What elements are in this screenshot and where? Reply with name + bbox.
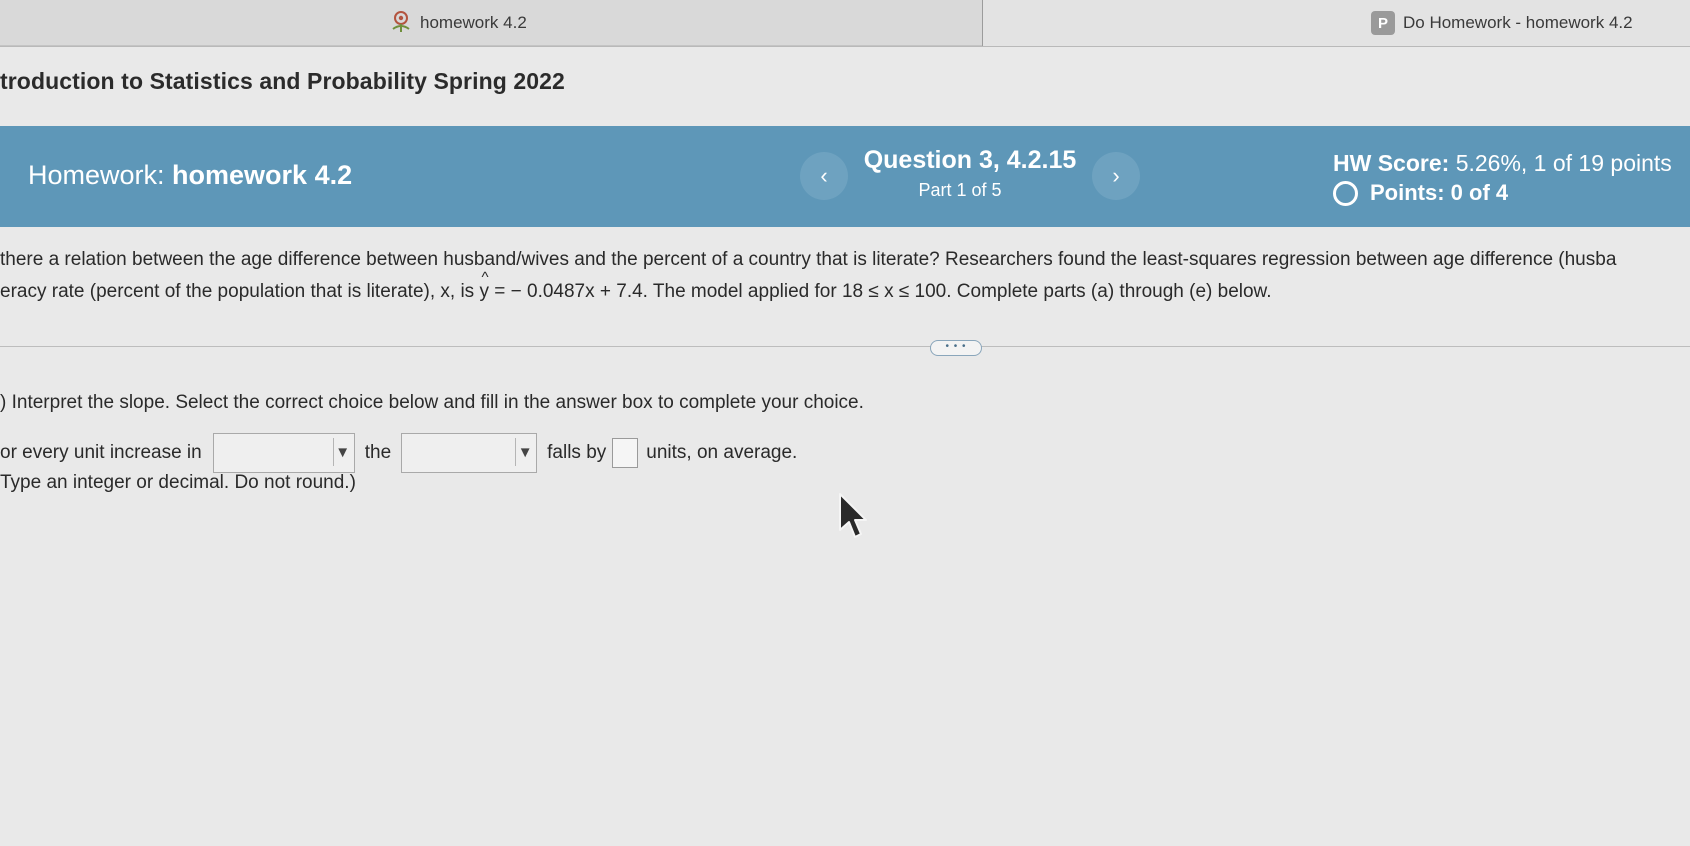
mouse-cursor-icon [838, 492, 868, 545]
question-part: Part 1 of 5 [918, 180, 1002, 200]
answer-text-2: the [364, 442, 392, 463]
tab-homework[interactable]: homework 4.2 [0, 0, 983, 46]
question-line-2-start: eracy rate (percent of the population th… [0, 281, 480, 302]
answer-text-1: or every unit increase in [0, 442, 202, 463]
pearson-p-favicon-icon: P [1371, 11, 1395, 35]
answer-input[interactable] [612, 438, 639, 468]
dropdown-arrow-icon: ▼ [332, 438, 352, 466]
answer-text-4: units, on average. [646, 442, 798, 463]
part-a-prompt: ) Interpret the slope. Select the correc… [0, 392, 864, 413]
question-title: Question 3, 4.2.15 [863, 146, 1077, 174]
previous-question-button[interactable]: ‹ [800, 152, 848, 200]
flower-favicon-icon [390, 9, 412, 38]
answer-text-3: falls by [547, 442, 607, 463]
points-label: Points: 0 of 4 [1370, 180, 1509, 205]
hw-score: HW Score: 5.26%, 1 of 19 points [1333, 150, 1672, 177]
tab-do-homework[interactable]: P Do Homework - homework 4.2 [983, 0, 1690, 46]
answer-hint: Type an integer or decimal. Do not round… [0, 472, 356, 493]
homework-title: Homework: homework 4.2 [28, 160, 352, 191]
homework-name: homework 4.2 [172, 160, 353, 190]
dropdown-arrow-icon: ▼ [515, 438, 534, 466]
next-question-button[interactable]: › [1092, 152, 1140, 200]
expand-more-button[interactable]: • • • [930, 340, 982, 356]
hw-score-value: 5.26%, 1 of 19 points [1455, 150, 1672, 176]
section-divider [0, 346, 1690, 347]
variable-select-2[interactable]: ▼ [401, 433, 538, 473]
homework-header-bar: Homework: homework 4.2 ‹ Question 3, 4.2… [0, 126, 1690, 227]
circle-progress-icon [1333, 180, 1358, 206]
chevron-right-icon: › [1112, 163, 1120, 188]
hw-score-label: HW Score: [1333, 150, 1450, 176]
tab-label: homework 4.2 [420, 13, 527, 32]
variable-select-1[interactable]: ▼ [212, 433, 355, 473]
course-title: troduction to Statistics and Probability… [0, 68, 565, 94]
browser-tab-strip: homework 4.2 P Do Homework - homework 4.… [0, 0, 1690, 47]
question-line-1: there a relation between the age differe… [0, 249, 1617, 270]
question-text: there a relation between the age differe… [0, 244, 1690, 308]
question-line-2-end: = − 0.0487x + 7.4. The model applied for… [488, 281, 1272, 302]
homework-prefix: Homework: [28, 160, 165, 190]
question-line-2: eracy rate (percent of the population th… [0, 262, 1690, 308]
tab-label: Do Homework - homework 4.2 [1403, 13, 1633, 32]
answer-row: or every unit increase in ▼ the ▼ falls … [0, 432, 797, 474]
y-hat-symbol: y [479, 262, 489, 308]
points-status: Points: 0 of 4 [1333, 180, 1508, 206]
chevron-left-icon: ‹ [820, 163, 828, 188]
